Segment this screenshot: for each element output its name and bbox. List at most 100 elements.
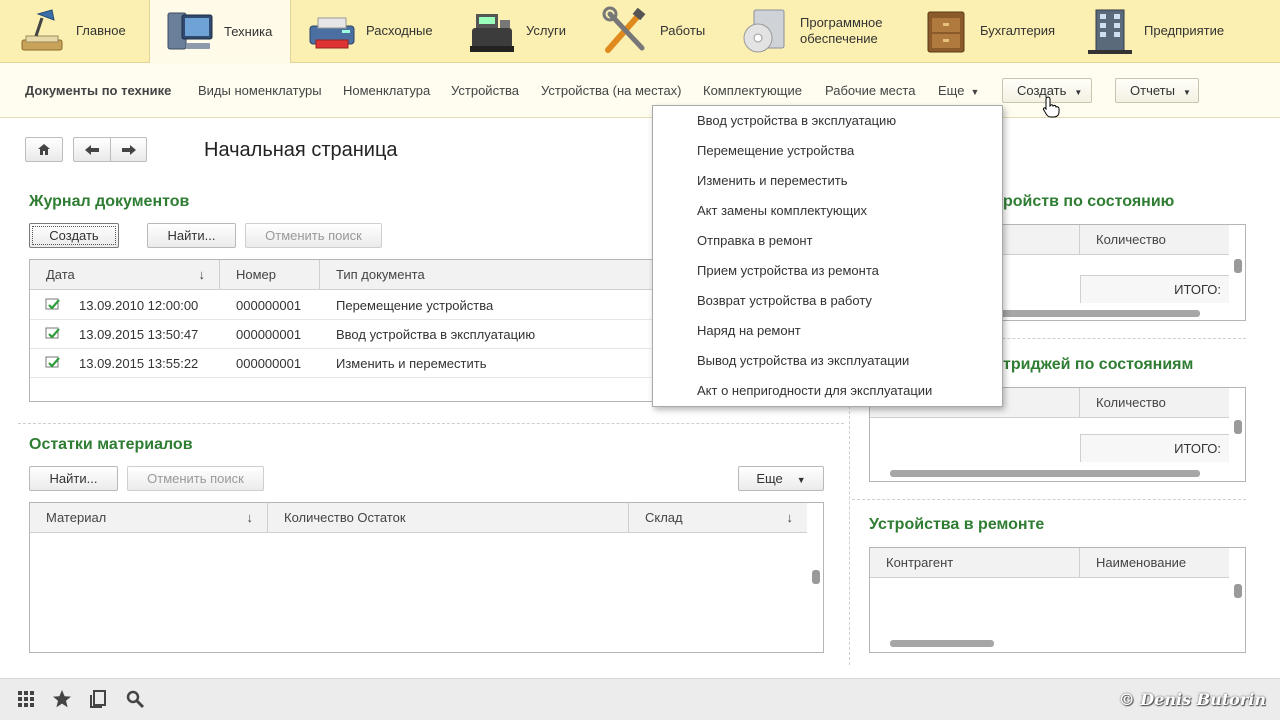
page-title: Начальная страница <box>204 139 398 161</box>
posted-document-icon <box>45 356 60 368</box>
forward-button[interactable] <box>110 137 147 162</box>
vertical-scrollbar[interactable] <box>1234 259 1242 273</box>
column-header-quantity[interactable]: Количество Остаток <box>268 503 629 533</box>
software-disc-icon <box>743 9 785 53</box>
cell-date: 13.09.2010 12:00:00 <box>79 298 199 313</box>
menu-item-send-to-repair[interactable]: Отправка в ремонт <box>697 226 813 256</box>
cell-doc-type: Изменить и переместить <box>336 356 487 371</box>
column-header-material[interactable]: Материал ↓ <box>30 503 268 533</box>
journal-title: Журнал документов <box>29 193 190 210</box>
search-icon[interactable] <box>124 688 146 710</box>
ledger-cabinet-icon <box>927 11 965 53</box>
posted-document-icon <box>45 298 60 310</box>
column-header-quantity[interactable]: Количество <box>1080 388 1229 418</box>
total-label: ИТОГО: <box>1080 275 1229 303</box>
table-row[interactable]: 13.09.2010 12:00:00 000000001 Перемещени… <box>30 291 653 320</box>
more-label: Еще <box>938 83 965 98</box>
sort-down-icon: ↓ <box>786 510 794 525</box>
tools-icon <box>602 6 646 53</box>
menu-item-receive-from-repair[interactable]: Прием устройства из ремонта <box>697 256 879 286</box>
menu-item-unfitness-act[interactable]: Акт о непригодности для эксплуатации <box>697 376 932 406</box>
vertical-scrollbar[interactable] <box>812 570 820 584</box>
journal-cancel-search-button[interactable]: Отменить поиск <box>245 223 382 248</box>
chevron-down-icon: ▼ <box>1182 88 1191 97</box>
grid-menu-icon[interactable] <box>15 688 37 710</box>
menu-item-move-device[interactable]: Перемещение устройства <box>697 136 854 166</box>
menu-item-commission-device[interactable]: Ввод устройства в эксплуатацию <box>697 106 896 136</box>
reports-menu-button[interactable]: Отчеты ▼ <box>1115 78 1199 103</box>
horizontal-scrollbar[interactable] <box>890 640 994 647</box>
menu-item-return-to-work[interactable]: Возврат устройства в работу <box>697 286 872 316</box>
divider <box>852 499 1246 500</box>
sort-down-icon: ↓ <box>198 267 206 282</box>
total-label: ИТОГО: <box>1080 434 1229 462</box>
column-label: Склад <box>645 510 683 525</box>
submenu-item-devices[interactable]: Устройства <box>451 63 519 118</box>
column-header-contractor[interactable]: Контрагент <box>870 548 1080 578</box>
materials-cancel-search-button[interactable]: Отменить поиск <box>127 466 264 491</box>
cell-doc-type: Перемещение устройства <box>336 298 494 313</box>
materials-find-button[interactable]: Найти... <box>29 466 118 491</box>
table-row[interactable]: 13.09.2015 13:55:22 000000001 Изменить и… <box>30 349 653 378</box>
section-label: Предприятие <box>1144 23 1225 38</box>
devices-state-title: ройств по состоянию <box>1003 193 1175 210</box>
cell-doc-type: Ввод устройства в эксплуатацию <box>336 327 536 342</box>
cartridges-state-title: триджей по состояниям <box>1003 356 1194 373</box>
section-label: Услуги <box>526 23 566 38</box>
column-header-name[interactable]: Наименование <box>1080 548 1229 578</box>
column-header-warehouse[interactable]: Склад ↓ <box>629 503 807 533</box>
section-commands-bar: Документы по технике Виды номенклатуры Н… <box>0 63 1280 118</box>
chevron-down-icon: ▼ <box>1074 88 1083 97</box>
section-software[interactable]: Программное обеспечение <box>740 0 900 62</box>
section-label: Программное обеспечение <box>800 15 883 46</box>
cell-number: 000000001 <box>236 356 302 371</box>
star-icon[interactable] <box>51 688 73 710</box>
vertical-scrollbar[interactable] <box>1234 420 1242 434</box>
journal-table[interactable]: Дата ↓ Номер Тип документа 13.09.2010 12:… <box>29 259 654 402</box>
sort-down-icon: ↓ <box>246 510 254 525</box>
submenu-item-nomenclature-types[interactable]: Виды номенклатуры <box>198 63 322 118</box>
section-technika[interactable]: Техника <box>149 0 291 63</box>
column-header-doc-type[interactable]: Тип документа <box>320 260 653 290</box>
back-button[interactable] <box>73 137 110 162</box>
desk-lamp-icon <box>21 9 63 51</box>
section-main[interactable]: Главное <box>16 0 126 62</box>
journal-create-button[interactable]: Создать <box>29 223 119 248</box>
column-header-quantity[interactable]: Количество <box>1080 225 1229 255</box>
section-label: Главное <box>76 23 126 38</box>
submenu-item-nomenclature[interactable]: Номенклатура <box>343 63 430 118</box>
section-raboty[interactable]: Работы <box>600 0 705 62</box>
journal-find-button[interactable]: Найти... <box>147 223 236 248</box>
menu-item-replace-components[interactable]: Акт замены комплектующих <box>697 196 867 226</box>
create-dropdown-menu: Ввод устройства в эксплуатацию Перемещен… <box>652 105 1003 407</box>
cell-date: 13.09.2015 13:50:47 <box>79 327 199 342</box>
materials-title: Остатки материалов <box>29 436 193 453</box>
column-header-number[interactable]: Номер <box>220 260 320 290</box>
history-icon[interactable] <box>88 688 110 710</box>
table-row[interactable]: 13.09.2015 13:50:47 000000001 Ввод устро… <box>30 320 653 349</box>
section-predpriyatie[interactable]: Предприятие <box>1084 0 1224 62</box>
posted-document-icon <box>45 327 60 339</box>
sections-panel: Главное Техника Расходные Услуги Работы … <box>0 0 1280 63</box>
materials-more-button[interactable]: Еще ▼ <box>738 466 824 491</box>
horizontal-scrollbar[interactable] <box>890 470 1200 477</box>
repair-table[interactable]: Контрагент Наименование <box>869 547 1246 653</box>
arrow-left-icon <box>85 144 99 155</box>
materials-table[interactable]: Материал ↓ Количество Остаток Склад ↓ <box>29 502 824 653</box>
cell-number: 000000001 <box>236 327 302 342</box>
section-buhgalteria[interactable]: Бухгалтерия <box>920 0 1055 62</box>
menu-item-repair-order[interactable]: Наряд на ремонт <box>697 316 801 346</box>
cell-number: 000000001 <box>236 298 302 313</box>
column-header-date[interactable]: Дата ↓ <box>30 260 220 290</box>
section-uslugi[interactable]: Услуги <box>466 0 566 62</box>
more-label: Еще <box>756 471 783 486</box>
submenu-item-documents[interactable]: Документы по технике <box>25 63 171 118</box>
column-label: Материал <box>46 510 107 525</box>
table-header: Контрагент Наименование <box>870 548 1229 578</box>
section-rashodnye[interactable]: Расходные <box>306 0 433 62</box>
menu-item-decommission-device[interactable]: Вывод устройства из эксплуатации <box>697 346 909 376</box>
menu-item-change-and-move[interactable]: Изменить и переместить <box>697 166 847 196</box>
home-button[interactable] <box>25 137 63 162</box>
vertical-scrollbar[interactable] <box>1234 584 1242 598</box>
arrow-right-icon <box>121 144 136 155</box>
